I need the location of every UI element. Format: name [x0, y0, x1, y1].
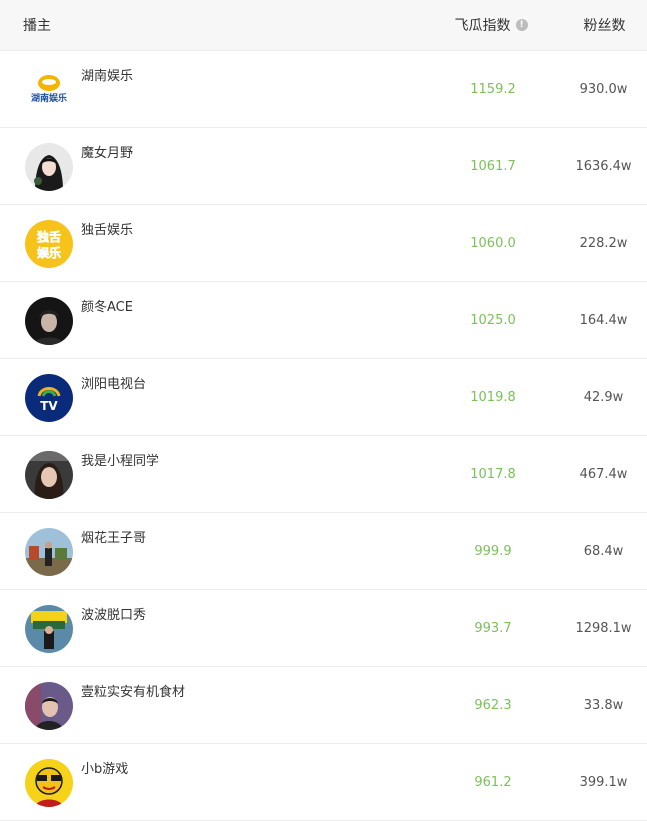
anchor-name[interactable]: 壹粒实安有机食材: [81, 681, 185, 700]
table-row[interactable]: 壹粒实安有机食材 962.3 33.8w: [0, 667, 647, 744]
ranking-table: 播主 飞瓜指数 ! 粉丝数 湖南娱乐 湖南娱乐 1159.2 930.0w 魔女…: [0, 0, 647, 821]
index-value: 1025.0: [470, 313, 516, 328]
anchor-name[interactable]: 独舌娱乐: [81, 219, 133, 238]
column-header-index-label: 飞瓜指数: [454, 18, 511, 34]
avatar[interactable]: [25, 682, 73, 730]
table-row[interactable]: 波波脱口秀 993.7 1298.1w: [0, 590, 647, 667]
index-value: 993.7: [474, 621, 512, 636]
fans-count: 42.9w: [583, 390, 624, 405]
anchor-name[interactable]: 烟花王子哥: [81, 527, 146, 546]
table-row[interactable]: 烟花王子哥 999.9 68.4w: [0, 513, 647, 590]
column-header-anchor[interactable]: 播主: [0, 15, 420, 35]
table-row[interactable]: 独舌 娱乐 独舌娱乐 1060.0 228.2w: [0, 205, 647, 282]
svg-text:娱乐: 娱乐: [37, 245, 61, 260]
avatar[interactable]: [25, 143, 73, 191]
avatar[interactable]: [25, 528, 73, 576]
fans-count: 467.4w: [579, 467, 628, 482]
index-value: 1159.2: [470, 82, 516, 97]
table-row[interactable]: 我是小程同学 1017.8 467.4w: [0, 436, 647, 513]
table-header: 播主 飞瓜指数 ! 粉丝数: [0, 0, 647, 51]
index-value: 962.3: [474, 698, 512, 713]
anchor-name[interactable]: 小b游戏: [81, 758, 128, 777]
index-value: 1060.0: [470, 236, 516, 251]
fans-count: 1298.1w: [575, 621, 632, 636]
anchor-name[interactable]: 波波脱口秀: [81, 604, 146, 623]
anchor-name[interactable]: 魔女月野: [81, 142, 133, 161]
svg-text:湖南娱乐: 湖南娱乐: [31, 92, 67, 104]
index-value: 1017.8: [470, 467, 516, 482]
fans-count: 33.8w: [583, 698, 624, 713]
table-row[interactable]: 魔女月野 1061.7 1636.4w: [0, 128, 647, 205]
fans-count: 930.0w: [579, 82, 628, 97]
anchor-name[interactable]: 我是小程同学: [81, 450, 159, 469]
column-header-index[interactable]: 飞瓜指数 !: [420, 15, 562, 35]
table-row[interactable]: TV 浏阳电视台 1019.8 42.9w: [0, 359, 647, 436]
avatar[interactable]: [25, 451, 73, 499]
avatar[interactable]: 独舌 娱乐: [25, 220, 73, 268]
index-value: 1019.8: [470, 390, 516, 405]
index-value: 1061.7: [470, 159, 516, 174]
anchor-name[interactable]: 湖南娱乐: [81, 65, 133, 84]
fans-count: 1636.4w: [575, 159, 632, 174]
table-row[interactable]: 湖南娱乐 湖南娱乐 1159.2 930.0w: [0, 51, 647, 128]
table-row[interactable]: 颜冬ACE 1025.0 164.4w: [0, 282, 647, 359]
column-header-fans[interactable]: 粉丝数: [562, 15, 647, 35]
fans-count: 68.4w: [583, 544, 624, 559]
svg-text:独舌: 独舌: [36, 229, 61, 244]
avatar[interactable]: [25, 759, 73, 807]
svg-text:TV: TV: [40, 399, 58, 413]
fans-count: 228.2w: [579, 236, 628, 251]
avatar[interactable]: 湖南娱乐: [25, 66, 73, 114]
index-value: 999.9: [474, 544, 512, 559]
anchor-name[interactable]: 浏阳电视台: [81, 373, 146, 392]
anchor-name[interactable]: 颜冬ACE: [81, 296, 133, 315]
avatar[interactable]: [25, 297, 73, 345]
table-row[interactable]: 小b游戏 961.2 399.1w: [0, 744, 647, 821]
fans-count: 164.4w: [579, 313, 628, 328]
avatar[interactable]: TV: [25, 374, 73, 422]
index-value: 961.2: [474, 775, 512, 790]
fans-count: 399.1w: [579, 775, 628, 790]
avatar[interactable]: [25, 605, 73, 653]
info-icon[interactable]: !: [515, 19, 528, 31]
